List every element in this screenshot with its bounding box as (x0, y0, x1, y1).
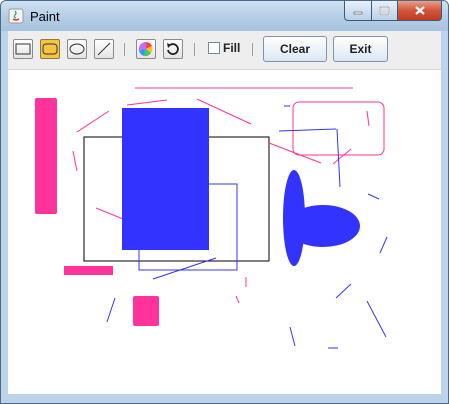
paint-window: Paint Fill Clear Exit (0, 0, 449, 404)
pink-line (95, 207, 124, 220)
toolbar-separator (194, 43, 195, 56)
line-tool-button[interactable] (94, 39, 114, 59)
blue-line (106, 297, 116, 323)
window-bottom-border (1, 394, 448, 403)
blue-filled-rectangle (122, 108, 209, 250)
blue-line (278, 128, 337, 132)
toolbar: Fill Clear Exit (8, 31, 441, 70)
blue-filled-oval (286, 205, 360, 247)
color-picker-button[interactable] (136, 39, 156, 59)
pink-line (76, 110, 110, 133)
rounded-rectangle-tool-button[interactable] (40, 39, 60, 59)
pink-line (366, 110, 370, 127)
pink-line (235, 295, 240, 304)
drawing-canvas[interactable] (8, 70, 441, 394)
title-bar[interactable]: Paint (1, 1, 448, 31)
rectangle-tool-button[interactable] (13, 39, 33, 59)
fill-label: Fill (223, 41, 241, 55)
fill-checkbox[interactable] (208, 42, 220, 54)
minimize-icon (353, 11, 363, 14)
pink-filled-rectangle (133, 296, 159, 326)
java-app-icon (8, 8, 24, 24)
rounded-rectangle-icon (42, 43, 58, 55)
pink-line (126, 99, 168, 106)
rectangle-icon (15, 43, 31, 55)
window-title: Paint (30, 9, 60, 24)
blue-line (367, 193, 380, 200)
oval-tool-button[interactable] (67, 39, 87, 59)
undo-button[interactable] (163, 39, 183, 59)
close-icon (414, 6, 425, 15)
oval-icon (69, 43, 85, 55)
pink-filled-rectangle (64, 266, 113, 275)
blue-line (335, 283, 352, 299)
toolbar-separator (252, 43, 253, 56)
pink-rounded-rectangle-outline (292, 101, 385, 156)
close-button[interactable] (398, 1, 442, 21)
color-wheel-icon (138, 41, 153, 57)
undo-icon (167, 43, 179, 55)
pink-line (72, 150, 78, 172)
maximize-icon (379, 5, 390, 16)
pink-filled-rectangle (35, 98, 57, 214)
toolbar-separator (124, 43, 125, 56)
pink-line (332, 148, 352, 165)
blue-line (379, 236, 388, 254)
maximize-button[interactable] (372, 1, 398, 21)
clear-button[interactable]: Clear (263, 36, 327, 62)
minimize-button[interactable] (344, 1, 372, 21)
blue-line (366, 300, 387, 338)
blue-line (289, 326, 296, 347)
exit-button[interactable]: Exit (333, 36, 388, 62)
line-icon (97, 42, 111, 56)
